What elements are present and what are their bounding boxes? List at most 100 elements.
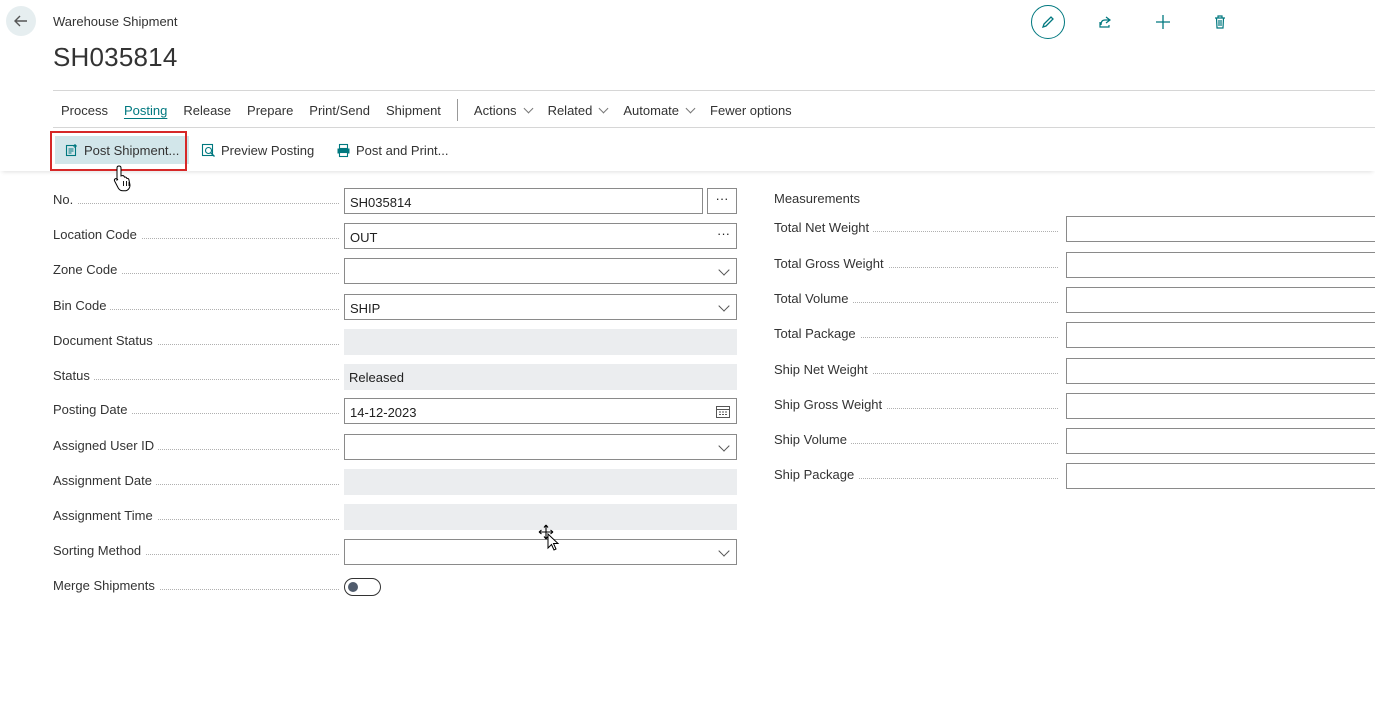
field-ship-volume: Ship Volume — [774, 428, 1375, 454]
share-icon — [1099, 16, 1111, 28]
menu-print-send[interactable]: Print/Send — [301, 103, 378, 118]
field-value: Released — [349, 370, 404, 385]
arrow-left-icon — [14, 15, 27, 27]
field-label: Assignment Date — [53, 473, 156, 488]
edit-button[interactable] — [1031, 5, 1065, 39]
chevron-down-icon — [685, 103, 696, 113]
field-value: SHIP — [350, 301, 381, 316]
page-actions — [1000, 0, 1375, 44]
total-volume-input[interactable] — [1066, 287, 1375, 313]
field-total-package: Total Package — [774, 322, 1375, 348]
zone-code-select[interactable] — [344, 258, 737, 284]
divider — [53, 127, 1375, 128]
ship-volume-input[interactable] — [1066, 428, 1375, 454]
preview-posting-button[interactable]: Preview Posting — [201, 137, 314, 163]
field-label: Ship Package — [774, 467, 859, 482]
ship-package-input[interactable] — [1066, 463, 1375, 489]
total-gross-weight-input[interactable] — [1066, 252, 1375, 278]
posting-action-bar: Post Shipment... Preview Posting Post an… — [0, 129, 1375, 171]
field-value: OUT — [350, 230, 378, 245]
post-and-print-label: Post and Print... — [356, 142, 449, 158]
leader-dots — [53, 203, 339, 204]
total-package-input[interactable] — [1066, 322, 1375, 348]
trash-icon — [1215, 15, 1225, 29]
post-and-print-button[interactable]: Post and Print... — [336, 137, 449, 163]
posting-date-input[interactable]: 14-12-2023 — [344, 398, 737, 424]
menu-automate[interactable]: Automate — [615, 103, 702, 118]
chevron-down-icon — [718, 440, 730, 452]
field-total-volume: Total Volume — [774, 287, 1375, 313]
menu-separator — [456, 99, 458, 121]
menu-release[interactable]: Release — [175, 103, 239, 118]
field-ship-gross-weight: Ship Gross Weight — [774, 393, 1375, 419]
bin-code-select[interactable]: SHIP — [344, 294, 737, 320]
field-label: No. — [53, 192, 78, 207]
field-label: Document Status — [53, 333, 157, 348]
menu-posting[interactable]: Posting — [116, 103, 175, 118]
field-ship-net-weight: Ship Net Weight — [774, 358, 1375, 384]
menu-related[interactable]: Related — [540, 103, 616, 118]
field-total-net-weight: Total Net Weight — [774, 216, 1375, 242]
field-assigned-user-id: Assigned User ID — [53, 434, 737, 460]
assigned-user-id-select[interactable] — [344, 434, 737, 460]
printer-icon — [337, 143, 350, 157]
chevron-down-icon — [718, 545, 730, 557]
menu-process[interactable]: Process — [53, 103, 116, 118]
menu-automate-label: Automate — [623, 102, 680, 118]
chevron-down-icon — [718, 300, 730, 312]
field-label: Total Package — [774, 326, 860, 341]
chevron-down-icon — [598, 103, 609, 113]
field-assignment-date: Assignment Date — [53, 469, 737, 495]
calendar-icon[interactable] — [716, 405, 730, 418]
divider — [53, 90, 1375, 91]
field-label: Ship Volume — [774, 432, 851, 447]
location-code-input[interactable]: OUT ··· — [344, 223, 737, 249]
total-net-weight-input[interactable] — [1066, 216, 1375, 242]
fewer-options-button[interactable]: Fewer options — [702, 103, 800, 118]
field-label: Assignment Time — [53, 508, 157, 523]
field-label: Total Volume — [774, 291, 853, 306]
field-total-gross-weight: Total Gross Weight — [774, 252, 1375, 278]
field-label: Status — [53, 368, 94, 383]
field-label: Merge Shipments — [53, 578, 159, 593]
field-status: Status Released — [53, 364, 737, 390]
field-label: Ship Net Weight — [774, 362, 872, 377]
move-cursor-icon — [538, 524, 560, 551]
menu-actions-label: Actions — [473, 102, 517, 118]
preview-icon — [201, 143, 215, 157]
ellipsis-icon[interactable]: ··· — [717, 226, 730, 241]
new-button[interactable] — [1153, 12, 1173, 32]
field-value: 14-12-2023 — [350, 405, 417, 420]
field-bin-code: Bin Code SHIP — [53, 294, 737, 320]
delete-button[interactable] — [1210, 12, 1230, 32]
field-ship-package: Ship Package — [774, 463, 1375, 489]
no-input[interactable]: SH035814 — [344, 188, 703, 214]
back-button[interactable] — [6, 6, 36, 36]
field-label: Sorting Method — [53, 543, 146, 558]
field-no: No. SH035814 ··· — [53, 188, 737, 214]
page-caption: Warehouse Shipment — [53, 14, 178, 29]
field-label: Bin Code — [53, 298, 111, 313]
status-value: Released — [344, 364, 737, 390]
field-label: Total Net Weight — [774, 220, 874, 235]
field-label: Zone Code — [53, 262, 122, 277]
field-zone-code: Zone Code — [53, 258, 737, 284]
edit-icon — [1041, 16, 1054, 29]
share-button[interactable] — [1095, 12, 1115, 32]
field-label: Posting Date — [53, 402, 132, 417]
assignment-date-value — [344, 469, 737, 495]
ship-net-weight-input[interactable] — [1066, 358, 1375, 384]
field-value: SH035814 — [350, 195, 412, 210]
field-document-status: Document Status — [53, 329, 737, 355]
field-assignment-time: Assignment Time — [53, 504, 737, 530]
menu-shipment[interactable]: Shipment — [378, 103, 449, 118]
menu-actions[interactable]: Actions — [466, 103, 540, 118]
merge-shipments-toggle[interactable] — [344, 578, 381, 596]
action-menu: Process Posting Release Prepare Print/Se… — [53, 96, 800, 124]
plus-icon — [1156, 15, 1170, 29]
menu-prepare[interactable]: Prepare — [239, 103, 301, 118]
chevron-down-icon — [718, 264, 730, 276]
field-label: Assigned User ID — [53, 438, 159, 453]
no-assist-edit-button[interactable]: ··· — [707, 188, 737, 214]
ship-gross-weight-input[interactable] — [1066, 393, 1375, 419]
